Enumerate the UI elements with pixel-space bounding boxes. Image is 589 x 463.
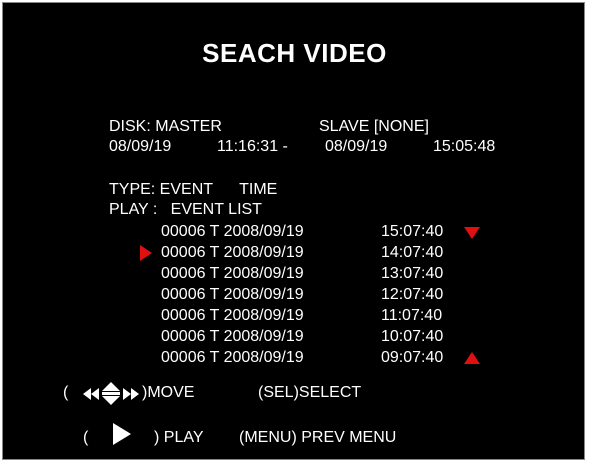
start-time: 11:16:31 - [217,138,288,155]
dvr-osd-screen: SEACH VIDEO DISK: MASTER SLAVE [NONE] 08… [2,2,585,460]
move-label: )MOVE [142,384,195,401]
list-item-time[interactable]: 12:07:40 [381,287,443,303]
list-item-time[interactable]: 11:07:40 [381,308,442,324]
play-icon [113,423,131,445]
scroll-down-icon[interactable] [464,227,480,239]
list-item-entry[interactable]: 00006 T 2008/09/19 [161,329,304,345]
list-item-time[interactable]: 10:07:40 [381,329,443,345]
type-line[interactable]: TYPE: EVENT TIME [109,182,277,198]
list-item-entry[interactable]: 00006 T 2008/09/19 [161,245,304,261]
list-item-entry[interactable]: 00006 T 2008/09/19 [161,266,304,282]
rewind-icon [83,388,99,400]
menu-label: (MENU) PREV MENU [239,429,397,446]
fast-forward-icon [123,388,139,400]
list-item-time[interactable]: 14:07:40 [381,245,443,261]
page-title: SEACH VIDEO [202,38,387,68]
list-item-entry[interactable]: 00006 T 2008/09/19 [161,350,304,366]
list-item-entry[interactable]: 00006 T 2008/09/19 [161,224,304,240]
play-label: ) PLAY [154,429,204,446]
start-date: 08/09/19 [109,138,172,155]
list-item-time[interactable]: 09:07:40 [381,350,443,366]
play-line[interactable]: PLAY : EVENT LIST [109,202,262,218]
list-item-entry[interactable]: 00006 T 2008/09/19 [161,287,304,303]
select-label: (SEL)SELECT [258,384,362,401]
list-item-time[interactable]: 13:07:40 [381,266,443,282]
selection-cursor-icon [140,245,152,261]
end-date: 08/09/19 [325,138,388,155]
up-down-icon [102,382,120,405]
play-open-paren: ( [83,429,89,446]
scroll-up-icon[interactable] [464,352,480,364]
move-open-paren: ( [63,384,69,401]
end-time: 15:05:48 [433,138,496,155]
list-item-time[interactable]: 15:07:40 [381,224,443,240]
disk-label: DISK: MASTER [109,118,222,135]
slave-label: SLAVE [NONE] [319,118,429,135]
list-item-entry[interactable]: 00006 T 2008/09/19 [161,308,304,324]
